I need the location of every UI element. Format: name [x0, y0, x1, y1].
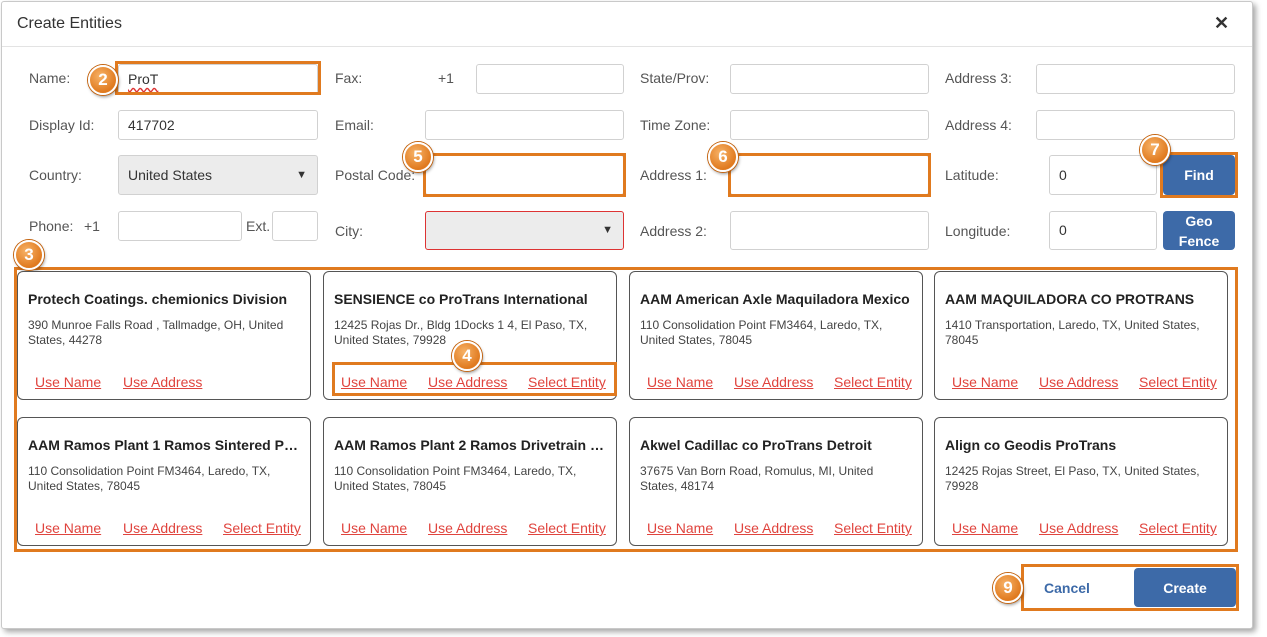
postal-code-label: Postal Code: [335, 167, 416, 183]
email-label: Email: [335, 117, 374, 133]
result-name: SENSIENCE co ProTrans International [334, 291, 588, 307]
use-name-link[interactable]: Use Name [647, 374, 713, 390]
create-entities-dialog: Create Entities ✕ Name: ProT 2 Display I… [1, 1, 1253, 629]
ext-input[interactable] [272, 211, 318, 241]
result-address: 110 Consolidation Point FM3464, Laredo, … [28, 464, 271, 493]
result-name: AAM Ramos Plant 2 Ramos Drivetrain Produ… [334, 437, 606, 453]
result-card: AAM Ramos Plant 1 Ramos Sintered Product… [17, 417, 311, 546]
result-address: 390 Munroe Falls Road , Tallmadge, OH, U… [28, 318, 284, 347]
timezone-input[interactable] [730, 110, 929, 140]
result-name: Akwel Cadillac co ProTrans Detroit [640, 437, 872, 453]
result-address: 12425 Rojas Street, El Paso, TX, United … [945, 464, 1200, 493]
callout-badge: 7 [1140, 135, 1170, 165]
name-label: Name: [29, 70, 71, 86]
select-entity-link[interactable]: Select Entity [528, 520, 606, 536]
city-select[interactable]: ▼ [425, 211, 624, 250]
phone-prefix: +1 [84, 218, 100, 234]
callout-badge: 4 [452, 341, 482, 371]
display-id-label: Display Id: [29, 117, 95, 133]
callout-badge: 6 [708, 142, 738, 172]
longitude-input[interactable]: 0 [1049, 211, 1157, 250]
country-value: United States [128, 167, 213, 183]
timezone-label: Time Zone: [640, 117, 711, 133]
result-card: AAM American Axle Maquiladora Mexico 110… [629, 271, 923, 400]
email-input[interactable] [425, 110, 624, 140]
country-label: Country: [29, 167, 82, 183]
use-address-link[interactable]: Use Address [734, 374, 813, 390]
result-card: AAM MAQUILADORA CO PROTRANS 1410 Transpo… [934, 271, 1228, 400]
use-address-link[interactable]: Use Address [734, 520, 813, 536]
use-name-link[interactable]: Use Name [341, 520, 407, 536]
city-label: City: [335, 223, 363, 239]
highlight-postal-code [423, 153, 626, 197]
highlight-find [1160, 152, 1238, 198]
highlight-address1 [728, 153, 931, 197]
use-address-link[interactable]: Use Address [123, 374, 202, 390]
select-entity-link[interactable]: Select Entity [1139, 520, 1217, 536]
dialog-header: Create Entities ✕ [2, 2, 1252, 47]
result-card: Protech Coatings. chemionics Division 39… [17, 271, 311, 400]
highlight-footer [1021, 564, 1239, 611]
callout-badge: 5 [403, 142, 433, 172]
use-address-link[interactable]: Use Address [1039, 520, 1118, 536]
result-name: AAM Ramos Plant 1 Ramos Sintered Product… [28, 437, 300, 453]
fax-input[interactable] [476, 64, 624, 94]
latitude-input[interactable]: 0 [1049, 155, 1157, 195]
result-address: 110 Consolidation Point FM3464, Laredo, … [640, 318, 883, 347]
phone-input[interactable] [118, 211, 242, 241]
latitude-label: Latitude: [945, 167, 999, 183]
use-address-link[interactable]: Use Address [428, 520, 507, 536]
address2-input[interactable] [730, 211, 929, 250]
address3-label: Address 3: [945, 70, 1012, 86]
select-entity-link[interactable]: Select Entity [834, 374, 912, 390]
address1-label: Address 1: [640, 167, 707, 183]
address2-label: Address 2: [640, 223, 707, 239]
result-card: AAM Ramos Plant 2 Ramos Drivetrain Produ… [323, 417, 617, 546]
fax-prefix: +1 [438, 70, 454, 86]
result-name: AAM American Axle Maquiladora Mexico [640, 291, 910, 307]
use-name-link[interactable]: Use Name [35, 520, 101, 536]
result-address: 1410 Transportation, Laredo, TX, United … [945, 318, 1200, 347]
address4-input[interactable] [1036, 110, 1235, 140]
callout-badge: 2 [88, 65, 118, 95]
use-name-link[interactable]: Use Name [952, 374, 1018, 390]
longitude-label: Longitude: [945, 223, 1011, 239]
use-address-link[interactable]: Use Address [1039, 374, 1118, 390]
select-entity-link[interactable]: Select Entity [223, 520, 301, 536]
result-address: 110 Consolidation Point FM3464, Laredo, … [334, 464, 577, 493]
dialog-title: Create Entities [17, 15, 122, 32]
fax-label: Fax: [335, 70, 363, 86]
result-card: Align co Geodis ProTrans 12425 Rojas Str… [934, 417, 1228, 546]
use-address-link[interactable]: Use Address [123, 520, 202, 536]
chevron-down-icon: ▼ [602, 224, 613, 236]
display-id-input[interactable]: 417702 [118, 110, 318, 140]
callout-badge: 3 [14, 240, 44, 270]
callout-badge: 9 [993, 573, 1023, 603]
highlight-name [115, 61, 321, 95]
state-input[interactable] [730, 64, 929, 94]
use-name-link[interactable]: Use Name [35, 374, 101, 390]
phone-label: Phone: [29, 218, 74, 234]
select-entity-link[interactable]: Select Entity [834, 520, 912, 536]
country-select[interactable]: United States ▼ [118, 155, 318, 195]
use-name-link[interactable]: Use Name [952, 520, 1018, 536]
state-label: State/Prov: [640, 70, 710, 86]
address4-label: Address 4: [945, 117, 1012, 133]
address3-input[interactable] [1036, 64, 1235, 94]
result-address: 37675 Van Born Road, Romulus, MI, United… [640, 464, 874, 493]
select-entity-link[interactable]: Select Entity [1139, 374, 1217, 390]
result-name: AAM MAQUILADORA CO PROTRANS [945, 291, 1195, 307]
result-name: Protech Coatings. chemionics Division [28, 291, 288, 307]
geofence-button[interactable]: Geo Fence [1163, 211, 1235, 250]
geofence-line1: Geo [1185, 212, 1213, 229]
chevron-down-icon: ▼ [296, 169, 307, 181]
result-name: Align co Geodis ProTrans [945, 437, 1117, 453]
ext-label: Ext. [246, 218, 271, 234]
use-name-link[interactable]: Use Name [647, 520, 713, 536]
geofence-line2: Fence [1178, 232, 1220, 249]
result-card: Akwel Cadillac co ProTrans Detroit 37675… [629, 417, 923, 546]
close-icon[interactable]: ✕ [1214, 13, 1229, 34]
